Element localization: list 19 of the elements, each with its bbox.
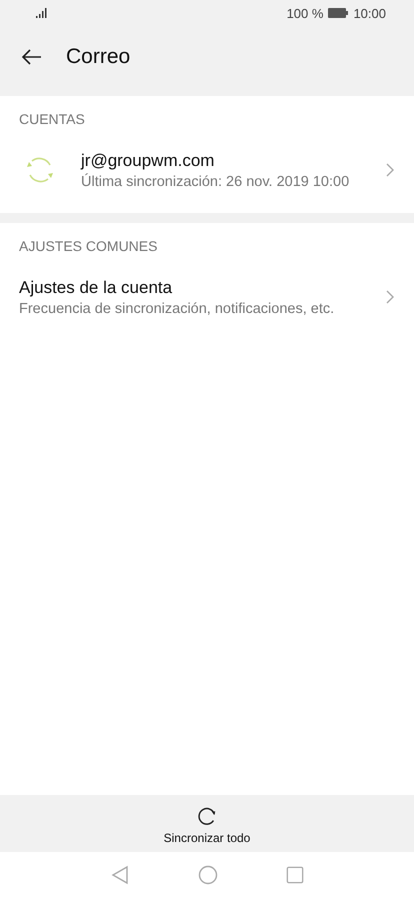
page-title: Correo xyxy=(66,45,130,69)
signal-icon xyxy=(36,8,48,18)
battery-icon xyxy=(328,8,348,18)
section-header: CUENTAS xyxy=(18,110,86,129)
item-subtitle: Frecuencia de sincronización, notificaciones, etc. xyxy=(19,300,336,316)
home-nav-icon[interactable] xyxy=(198,864,218,884)
item-subtitle: Última sincronización: 26 nov. 2019 10:00 xyxy=(81,174,350,190)
chevron-right-icon xyxy=(386,163,394,177)
back-nav-icon[interactable] xyxy=(110,864,130,884)
section-header: AJUSTES COMUNES xyxy=(18,237,158,256)
recents-nav-icon[interactable] xyxy=(286,866,304,884)
list-item[interactable]: Ajustes de la cuenta Frecuencia de sincronización, notificaciones, etc. xyxy=(0,260,414,334)
refresh-icon xyxy=(196,805,218,827)
item-title: jr@groupwm.com xyxy=(81,150,216,170)
status-time: 10:00 xyxy=(353,6,386,20)
battery-percentage: 100 % xyxy=(286,6,324,20)
chevron-right-icon xyxy=(386,290,394,304)
item-title: Ajustes de la cuenta xyxy=(19,278,174,298)
list-item[interactable]: jr@groupwm.com Última sincronización: 26 nov. 2019 10:00 xyxy=(0,133,414,207)
